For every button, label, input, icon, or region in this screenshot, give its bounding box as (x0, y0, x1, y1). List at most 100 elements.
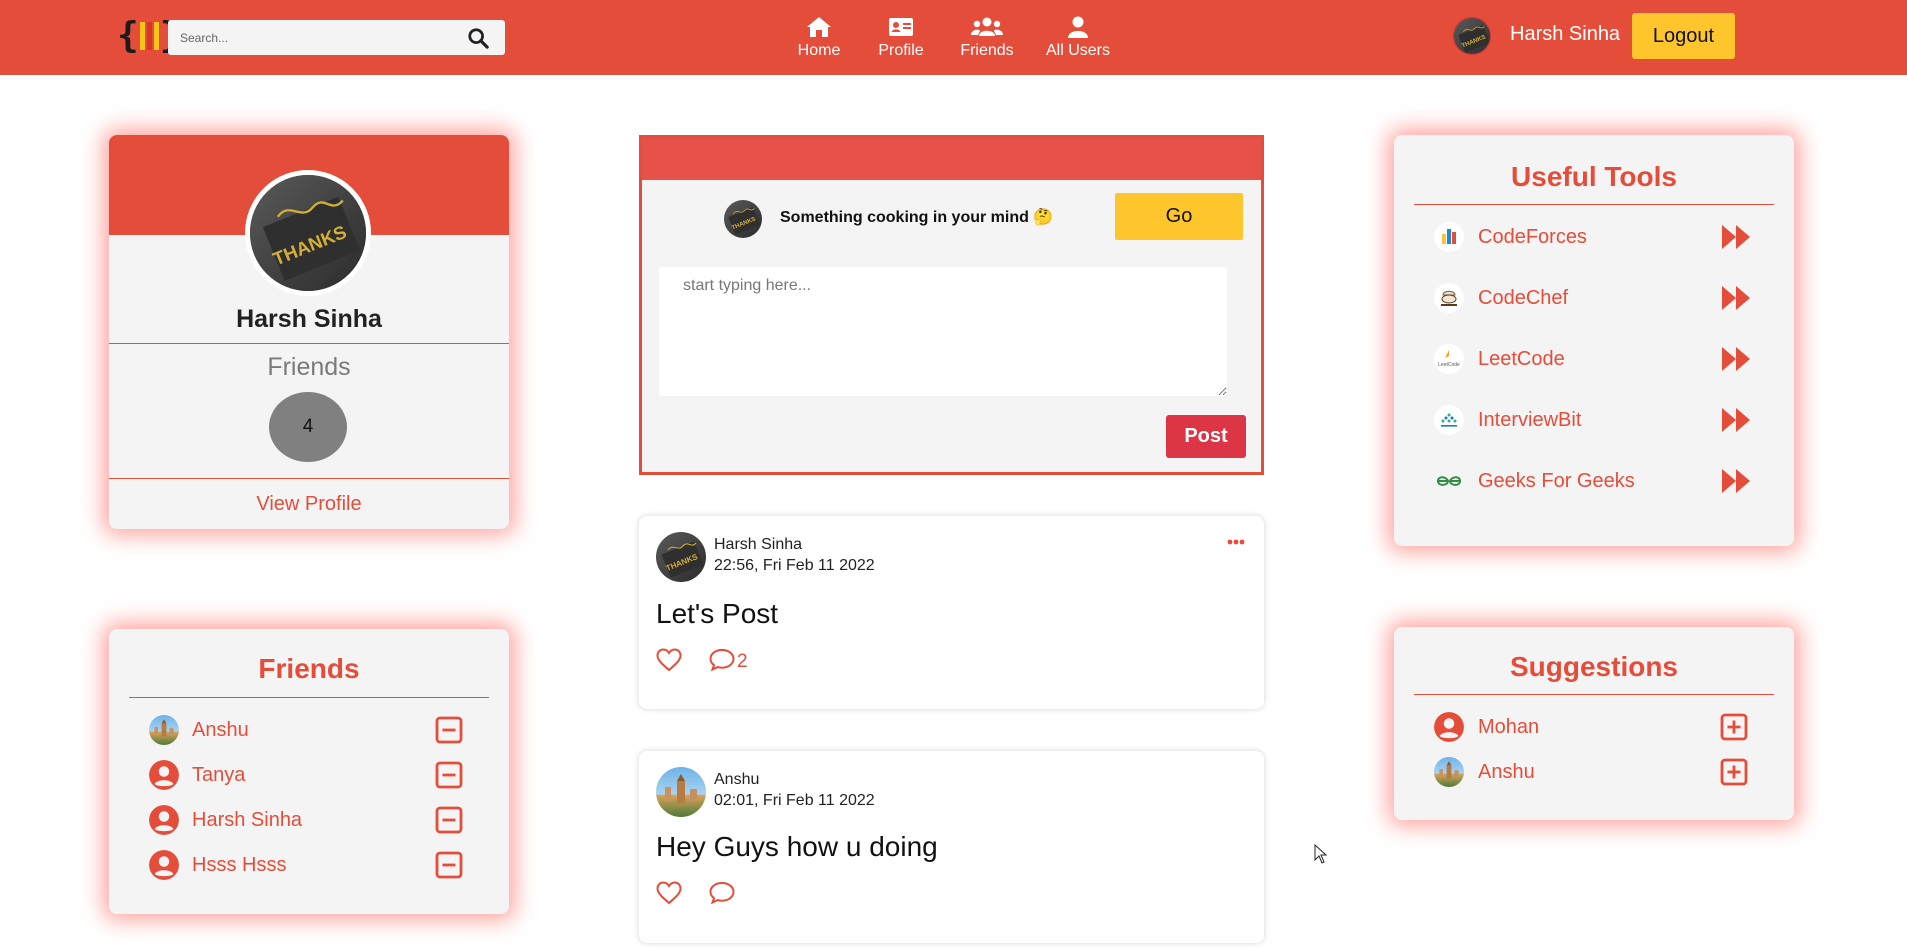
feed-post: Harsh Sinha 22:56, Fri Feb 11 2022 Let's… (639, 516, 1264, 709)
tool-name[interactable]: InterviewBit (1478, 409, 1581, 432)
suggestions-card: Suggestions Mohan Anshu (1394, 627, 1794, 820)
comment-button[interactable]: 2 (709, 648, 748, 672)
list-item: Anshu (109, 712, 509, 748)
post-textarea[interactable] (659, 267, 1227, 396)
avatar (1434, 757, 1464, 787)
comment-icon (709, 881, 735, 905)
avatar[interactable] (1453, 17, 1491, 55)
search-input[interactable] (168, 21, 448, 54)
comment-count: 2 (737, 651, 748, 672)
composer-prompt: Something cooking in your mind 🤔 (780, 209, 1054, 226)
user-circle-icon (1434, 712, 1464, 742)
more-options-icon[interactable] (1227, 538, 1245, 546)
avatar[interactable] (656, 767, 706, 817)
tool-name[interactable]: CodeChef (1478, 287, 1568, 310)
friends-list-card: Friends Anshu Tanya Harsh Sinha Hsss Hss… (109, 629, 509, 914)
friends-label: Friends (267, 353, 351, 381)
home-icon (807, 17, 831, 37)
user-circle-icon (149, 805, 179, 835)
avatar (149, 715, 179, 745)
divider (109, 478, 509, 479)
fast-forward-icon[interactable] (1721, 407, 1751, 433)
nav-home[interactable]: Home (780, 15, 858, 60)
suggestions-title: Suggestions (1509, 651, 1678, 682)
id-card-icon (889, 18, 913, 36)
post-composer: Something cooking in your mind 🤔 Go Post (639, 135, 1264, 475)
tool-name[interactable]: CodeForces (1478, 226, 1587, 249)
tool-name[interactable]: LeetCode (1478, 348, 1565, 371)
nav-friends[interactable]: Friends (944, 15, 1030, 60)
post-button[interactable]: Post (1166, 415, 1246, 458)
suggestion-name[interactable]: Mohan (1478, 716, 1539, 739)
tools-title: Useful Tools (1511, 161, 1677, 192)
nav-username[interactable]: Harsh Sinha (1510, 23, 1620, 46)
divider (1414, 204, 1774, 205)
suggestion-name[interactable]: Anshu (1478, 761, 1535, 784)
friend-name[interactable]: Harsh Sinha (192, 809, 302, 832)
search-icon[interactable] (467, 27, 489, 49)
add-friend-icon[interactable] (1720, 758, 1748, 786)
comment-button[interactable] (709, 881, 737, 905)
search-bar (168, 20, 505, 55)
feed-post: Anshu 02:01, Fri Feb 11 2022 Hey Guys ho… (639, 751, 1264, 943)
divider (1414, 694, 1774, 695)
remove-friend-icon[interactable] (435, 716, 463, 744)
composer-banner (642, 138, 1261, 180)
view-profile-link[interactable]: View Profile (109, 493, 509, 516)
post-timestamp: 22:56, Fri Feb 11 2022 (714, 557, 875, 574)
post-body: Hey Guys how u doing (656, 831, 938, 862)
add-friend-icon[interactable] (1720, 713, 1748, 741)
list-item: Anshu (1394, 754, 1794, 790)
fast-forward-icon[interactable] (1721, 224, 1751, 250)
remove-friend-icon[interactable] (435, 761, 463, 789)
tool-item[interactable]: CodeForces (1394, 219, 1794, 255)
interviewbit-logo-icon (1434, 405, 1464, 435)
heart-icon[interactable] (656, 648, 682, 672)
avatar[interactable] (656, 532, 706, 582)
user-icon (1068, 16, 1088, 38)
friends-count-badge: 4 (269, 392, 347, 462)
tool-item[interactable]: CodeChef (1394, 280, 1794, 316)
friend-name[interactable]: Tanya (192, 764, 245, 787)
fast-forward-icon[interactable] (1721, 468, 1751, 494)
remove-friend-icon[interactable] (435, 851, 463, 879)
nav-all-users[interactable]: All Users (1030, 15, 1126, 60)
divider (109, 343, 509, 344)
fast-forward-icon[interactable] (1721, 285, 1751, 311)
nav-all-users-label: All Users (1045, 42, 1110, 59)
go-button[interactable]: Go (1115, 193, 1243, 240)
heart-icon[interactable] (656, 881, 682, 905)
profile-card: Harsh Sinha Friends 4 View Profile (109, 135, 509, 529)
post-author[interactable]: Anshu (714, 771, 759, 789)
nav-friends-label: Friends (960, 42, 1014, 59)
fast-forward-icon[interactable] (1721, 346, 1751, 372)
user-circle-icon (149, 760, 179, 790)
list-item: Tanya (109, 757, 509, 793)
tool-item[interactable]: InterviewBit (1394, 402, 1794, 438)
codeforces-logo-icon (1434, 222, 1464, 252)
friends-list-title: Friends (258, 653, 360, 684)
top-navbar: { } Home Profile (0, 0, 1907, 75)
nav-profile-label: Profile (878, 42, 924, 59)
list-item: Hsss Hsss (109, 847, 509, 883)
app-logo[interactable]: { } (117, 15, 181, 56)
tool-item[interactable]: LeetCode LeetCode (1394, 341, 1794, 377)
divider (129, 697, 489, 698)
post-timestamp: 02:01, Fri Feb 11 2022 (714, 792, 875, 809)
logo-bars (139, 22, 159, 50)
tool-name[interactable]: Geeks For Geeks (1478, 470, 1635, 493)
nav-profile[interactable]: Profile (858, 15, 944, 60)
friend-name[interactable]: Hsss Hsss (192, 854, 286, 877)
avatar (724, 200, 762, 238)
user-circle-icon (149, 850, 179, 880)
nav-links: Home Profile Friends All Users (780, 15, 1126, 60)
logo-brace-left: { (117, 15, 139, 56)
post-author[interactable]: Harsh Sinha (714, 536, 802, 554)
friend-name[interactable]: Anshu (192, 719, 249, 742)
profile-avatar (245, 170, 371, 296)
mouse-cursor-icon (1314, 844, 1328, 864)
svg-text:LeetCode: LeetCode (1438, 362, 1460, 368)
tool-item[interactable]: Geeks For Geeks (1394, 463, 1794, 499)
logout-button[interactable]: Logout (1632, 13, 1735, 59)
remove-friend-icon[interactable] (435, 806, 463, 834)
